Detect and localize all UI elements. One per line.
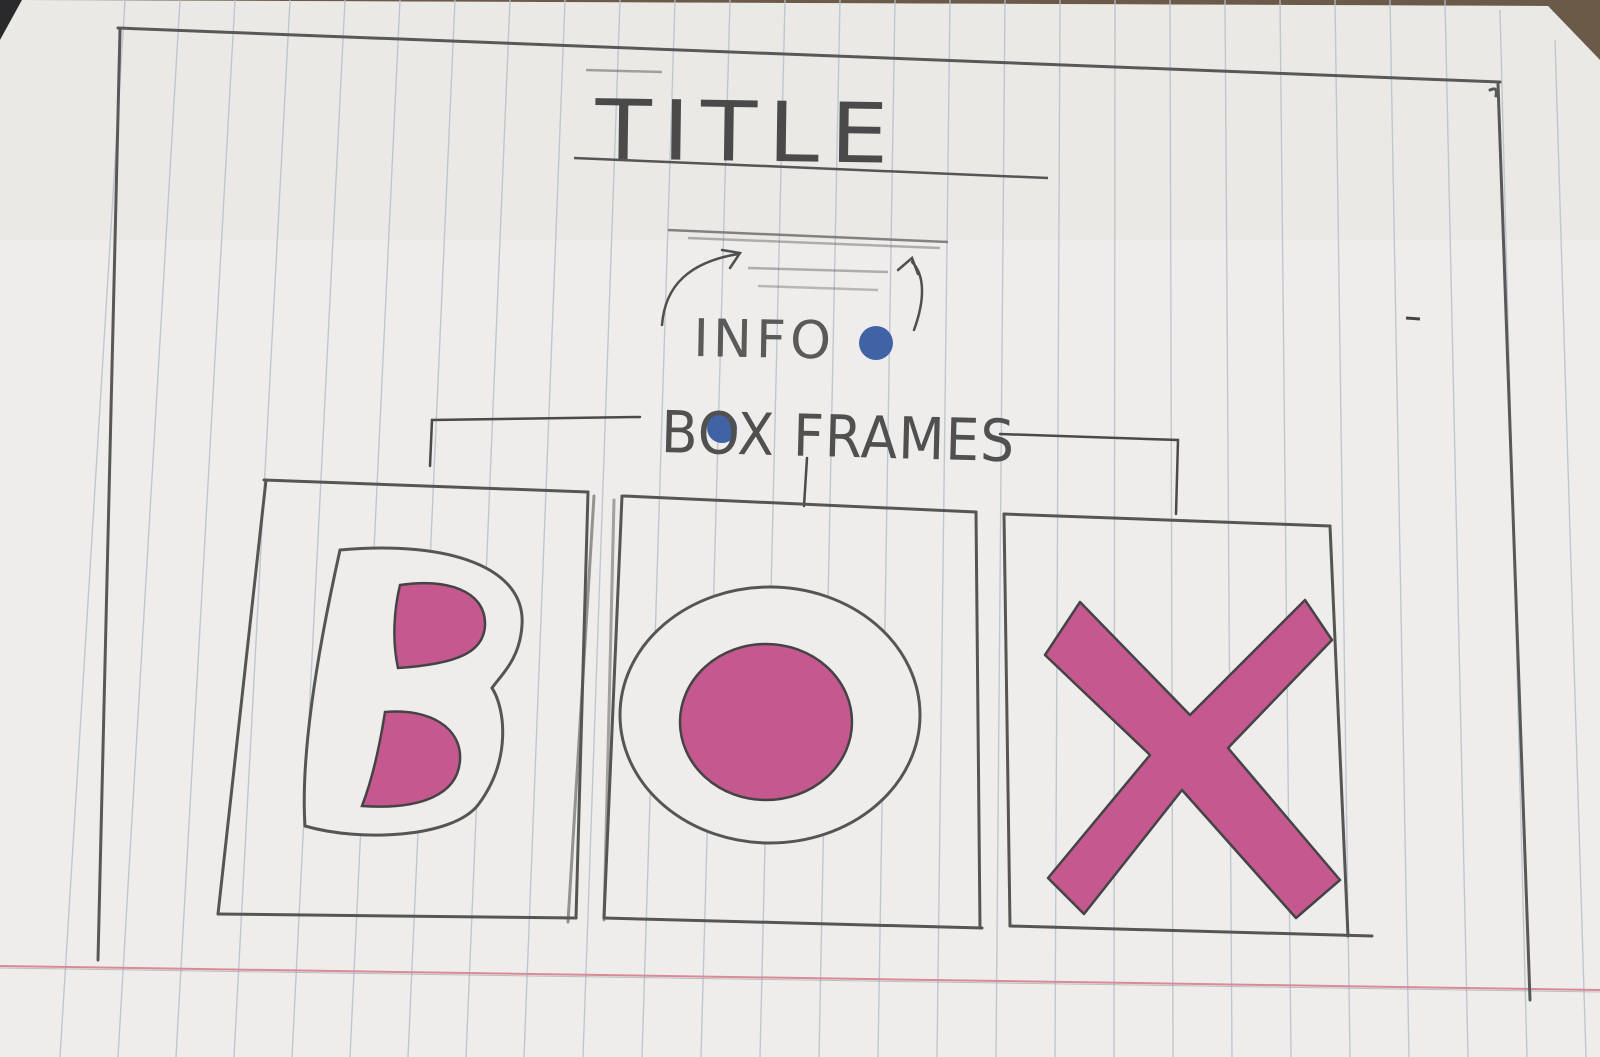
info-dot-icon (859, 326, 893, 360)
photo-scene: TITLE INFO BOX FRAMES (0, 0, 1600, 1057)
box-frames-label: BOX FRAMES (660, 398, 1017, 476)
letter-o (618, 585, 922, 845)
sketch-title: TITLE (594, 82, 901, 183)
info-label: INFO (692, 309, 836, 372)
